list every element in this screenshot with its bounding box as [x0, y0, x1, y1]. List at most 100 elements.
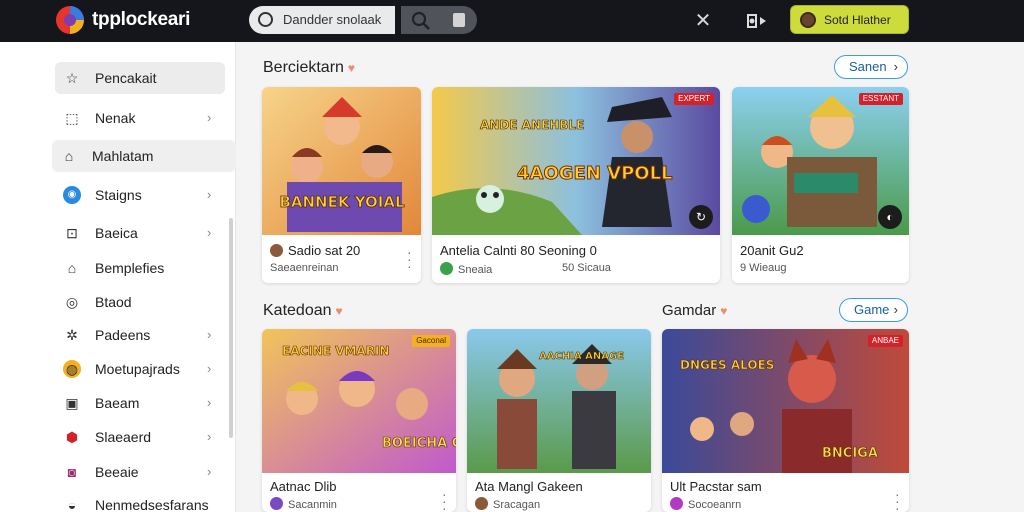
game-card[interactable]: BANNEK YOIAL Sadio sat 20 Saeaenreinan ·… [262, 87, 421, 283]
section-title: Katedoan ♥ [263, 302, 343, 320]
chevron-right-icon: › [893, 59, 898, 74]
game-filter-button[interactable]: Game › [839, 298, 908, 322]
gear-icon: ✲ [66, 327, 78, 343]
game-card[interactable]: DNGES ALOES BNCIGA ANBAE Ult Pacstar sam… [662, 329, 909, 512]
card-title: Ata Mangl Gakeen [475, 479, 583, 494]
sidebar-item[interactable]: ◉ Staigns › [55, 179, 225, 211]
chevron-right-icon: › [207, 110, 212, 125]
game-card[interactable]: ESSTANT ◐ 20anit Gu2 9 Wieaug [732, 87, 909, 283]
avatar [800, 12, 816, 28]
chevron-right-icon: › [207, 464, 212, 479]
pill-label: Sanen [849, 59, 887, 74]
sidebar-item[interactable]: ▣ Baeam › [55, 387, 225, 419]
card-subtitle-text: Sacanmin [288, 499, 337, 511]
sidebar-item-label: Baeam [95, 395, 140, 411]
sidebar-item[interactable]: ⌂ Mahlatam [52, 140, 236, 172]
chevron-down-icon[interactable]: ♥ [348, 61, 355, 75]
sidebar-item[interactable]: ◙ Beeaie › [55, 456, 225, 488]
info-icon[interactable]: ◐ [878, 205, 902, 229]
section-title-text: Katedoan [263, 302, 332, 319]
game-thumbnail[interactable]: EACINE VMARIN BOEICHA CAL Gaconal [262, 329, 456, 473]
sidebar-item[interactable]: ◍ Moetupajrads › [55, 353, 225, 385]
game-thumbnail[interactable]: AACHIA ANAGE [467, 329, 651, 473]
more-options-icon[interactable]: · · · [895, 487, 900, 512]
sidebar-item-label: Beeaie [95, 464, 139, 480]
sidebar-item-label: Staigns [95, 187, 142, 203]
chevron-down-icon[interactable]: ♥ [336, 304, 343, 318]
sidebar-scrollbar[interactable] [229, 218, 233, 438]
chevron-right-icon: › [207, 429, 212, 444]
status-badge: EXPERT [674, 93, 714, 105]
search-circle-icon [258, 12, 273, 27]
sidebar-item-label: Baeica [95, 225, 138, 241]
thumb-text: ANDE ANEHBLE [480, 118, 584, 132]
card-subtitle-text: Socoeanrn [688, 499, 742, 511]
sidebar: ☆ Pencakait ⬚ Nenak › ⌂ Mahlatam ◉ Staigns › ⊡ Baei… [0, 42, 236, 512]
game-thumbnail[interactable]: ANDE ANEHBLE 4AOGEN VPOLL EXPERT ↻ [432, 87, 720, 235]
sidebar-item-label: Nenmedsesfarans [95, 497, 209, 512]
section-title-text: Berciektarn [263, 59, 344, 76]
chevron-down-icon[interactable]: ♥ [720, 304, 727, 318]
sidebar-item-label: Moetupajrads [95, 361, 180, 377]
card-title: Sadio sat 20 [270, 243, 360, 258]
burger-icon: ◒ [67, 497, 77, 512]
filter-icon [453, 13, 465, 27]
avatar [270, 244, 283, 257]
card-title: 20anit Gu2 [740, 243, 804, 258]
sidebar-item[interactable]: ◒ Nenmedsesfarans [55, 489, 225, 512]
token-icon: ◙ [67, 464, 77, 480]
chevron-right-icon: › [207, 327, 212, 342]
card-subtitle: Sneaia [440, 262, 492, 276]
thumb-text: DNGES ALOES [680, 358, 774, 372]
app-logo-icon[interactable] [54, 4, 86, 36]
search-placeholder: Dandder snolaak [283, 12, 382, 27]
refresh-icon[interactable]: ↻ [689, 205, 713, 229]
game-thumbnail[interactable]: ESSTANT ◐ [732, 87, 909, 235]
section-title-right: Gamdar ♥ [662, 302, 727, 319]
box-icon: ▣ [65, 395, 79, 411]
card-title: Ult Pacstar sam [670, 479, 762, 494]
sidebar-item-label: Slaeaerd [95, 429, 152, 445]
brand-name[interactable]: tpplockeari [92, 9, 190, 31]
close-icon[interactable]: ✕ [690, 8, 716, 34]
status-badge: Gaconal [412, 335, 450, 347]
card-subtitle: 9 Wieaug [740, 262, 787, 274]
sidebar-item[interactable]: ⊡ Baeica › [55, 217, 225, 249]
avatar [270, 497, 283, 510]
user-account-button[interactable]: Sotd Hlather [790, 5, 909, 34]
search-button[interactable] [401, 6, 477, 34]
game-thumbnail[interactable]: BANNEK YOIAL [262, 87, 421, 235]
game-card[interactable]: AACHIA ANAGE Ata Mangl Gakeen Sracagan [467, 329, 651, 512]
sidebar-item[interactable]: ⬚ Nenak › [55, 102, 225, 134]
status-badge: ANBAE [867, 335, 903, 347]
thumb-text: BNCIGA [822, 446, 878, 461]
sidebar-item[interactable]: ◎ Btaod [55, 286, 225, 318]
card-title: Antelia Calnti 80 Seoning 0 [440, 243, 597, 258]
notification-icon[interactable] [744, 9, 774, 33]
more-options-icon[interactable]: · · · [407, 245, 412, 273]
thumb-text: BANNEK YOIAL [279, 193, 405, 211]
more-options-icon[interactable]: · · · [442, 487, 447, 512]
game-card[interactable]: EACINE VMARIN BOEICHA CAL Gaconal Aatnac… [262, 329, 456, 512]
puzzle-icon: ☆ [65, 70, 79, 86]
see-all-button[interactable]: Sanen › [834, 55, 908, 79]
chevron-right-icon: › [207, 395, 212, 410]
game-thumbnail[interactable]: DNGES ALOES BNCIGA ANBAE [662, 329, 909, 473]
chevron-right-icon: › [207, 225, 212, 240]
pill-label: Game [854, 302, 890, 317]
card-subtitle: Sacanmin [270, 497, 337, 511]
sidebar-item[interactable]: ⌂ Bemplefies [55, 252, 225, 284]
sidebar-item[interactable]: ✲ Padeens › [55, 319, 225, 351]
controller-icon: ◉ [63, 186, 81, 204]
search-input[interactable]: Dandder snolaak [249, 6, 395, 34]
sidebar-item-label: Btaod [95, 294, 132, 310]
game-card[interactable]: ANDE ANEHBLE 4AOGEN VPOLL EXPERT ↻ Antel… [432, 87, 720, 283]
avatar [475, 497, 488, 510]
house-icon: ⌂ [67, 260, 77, 276]
sidebar-item-label: Mahlatam [92, 148, 154, 164]
status-icon [440, 262, 453, 275]
sidebar-item[interactable]: ☆ Pencakait [55, 62, 225, 94]
home-icon: ⌂ [64, 148, 74, 164]
thumb-text: 4AOGEN VPOLL [517, 163, 673, 184]
sidebar-item[interactable]: ⬢ Slaeaerd › [55, 421, 225, 453]
